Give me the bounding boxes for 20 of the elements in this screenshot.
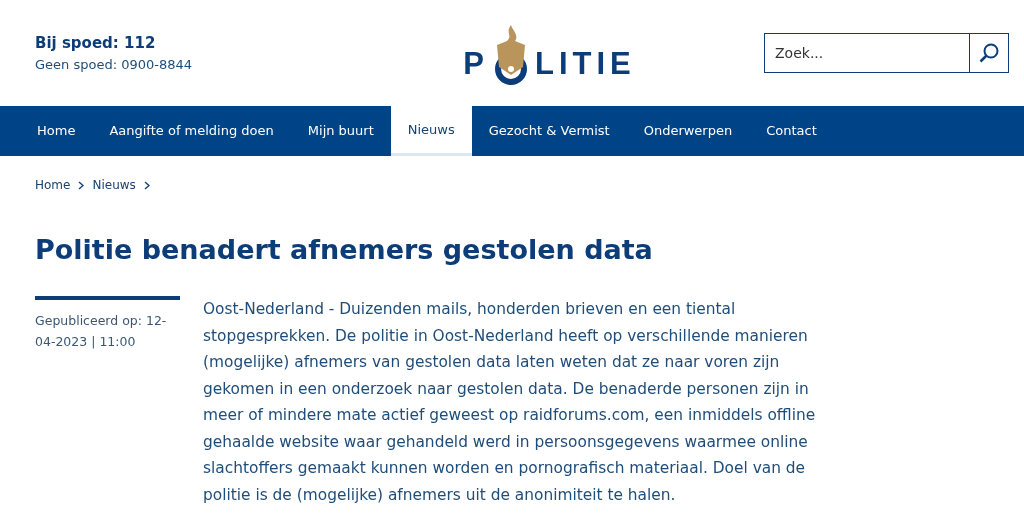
nav-tab[interactable]: Aangifte of melding doen — [92, 106, 291, 156]
search-field[interactable]: Zoek... — [764, 33, 969, 73]
logo[interactable]: P LITIE — [463, 19, 636, 87]
search-button[interactable] — [969, 33, 1009, 73]
nav-tab[interactable]: Nieuws — [390, 106, 472, 156]
search-icon — [978, 42, 1000, 64]
nav-tab[interactable]: Gezocht & Vermist — [471, 106, 627, 156]
chevron-icon — [143, 180, 150, 190]
publish-date: Gepubliceerd op: 12-04-2023 | 11:00 — [35, 312, 168, 352]
non-emergency-number: Geen spoed: 0900-8844 — [35, 55, 194, 74]
nav-tab[interactable]: Contact — [749, 106, 834, 156]
nav-tab[interactable]: Mijn buurt — [290, 106, 391, 156]
nav-tab[interactable]: Home — [20, 106, 93, 156]
breadcrumb-link[interactable]: Home — [35, 176, 71, 194]
nav-tab[interactable]: Onderwerpen — [626, 106, 750, 156]
emergency-number: Bij spoed: 112 — [35, 33, 157, 54]
article-title: Politie benadert afnemers gestolen data — [35, 234, 654, 267]
article-body: Oost-Nederland - Duizenden mails, honderden brieven en een tiental stopgesprekken. De politie in Oost-Nederland heeft op verschillende manieren (mogelijke) afnemers van gestolen data laten weten dat ze naar voren zijn gekomen in een onderzoek naar gestolen data. De benaderde personen zijn in meer of mindere mate actief geweest op raidforums.com, een inmiddels offline gehaalde website waar gehandeld werd in persoonsgegevens waarmee online slachtoffers gemaakt kunnen worden en pornografisch materiaal. Doel van de politie is de (mogelijke) afnemers uit de anonimiteit te halen. — [203, 299, 817, 506]
chevron-icon — [78, 180, 85, 190]
breadcrumb-link[interactable]: Nieuws — [92, 176, 136, 194]
